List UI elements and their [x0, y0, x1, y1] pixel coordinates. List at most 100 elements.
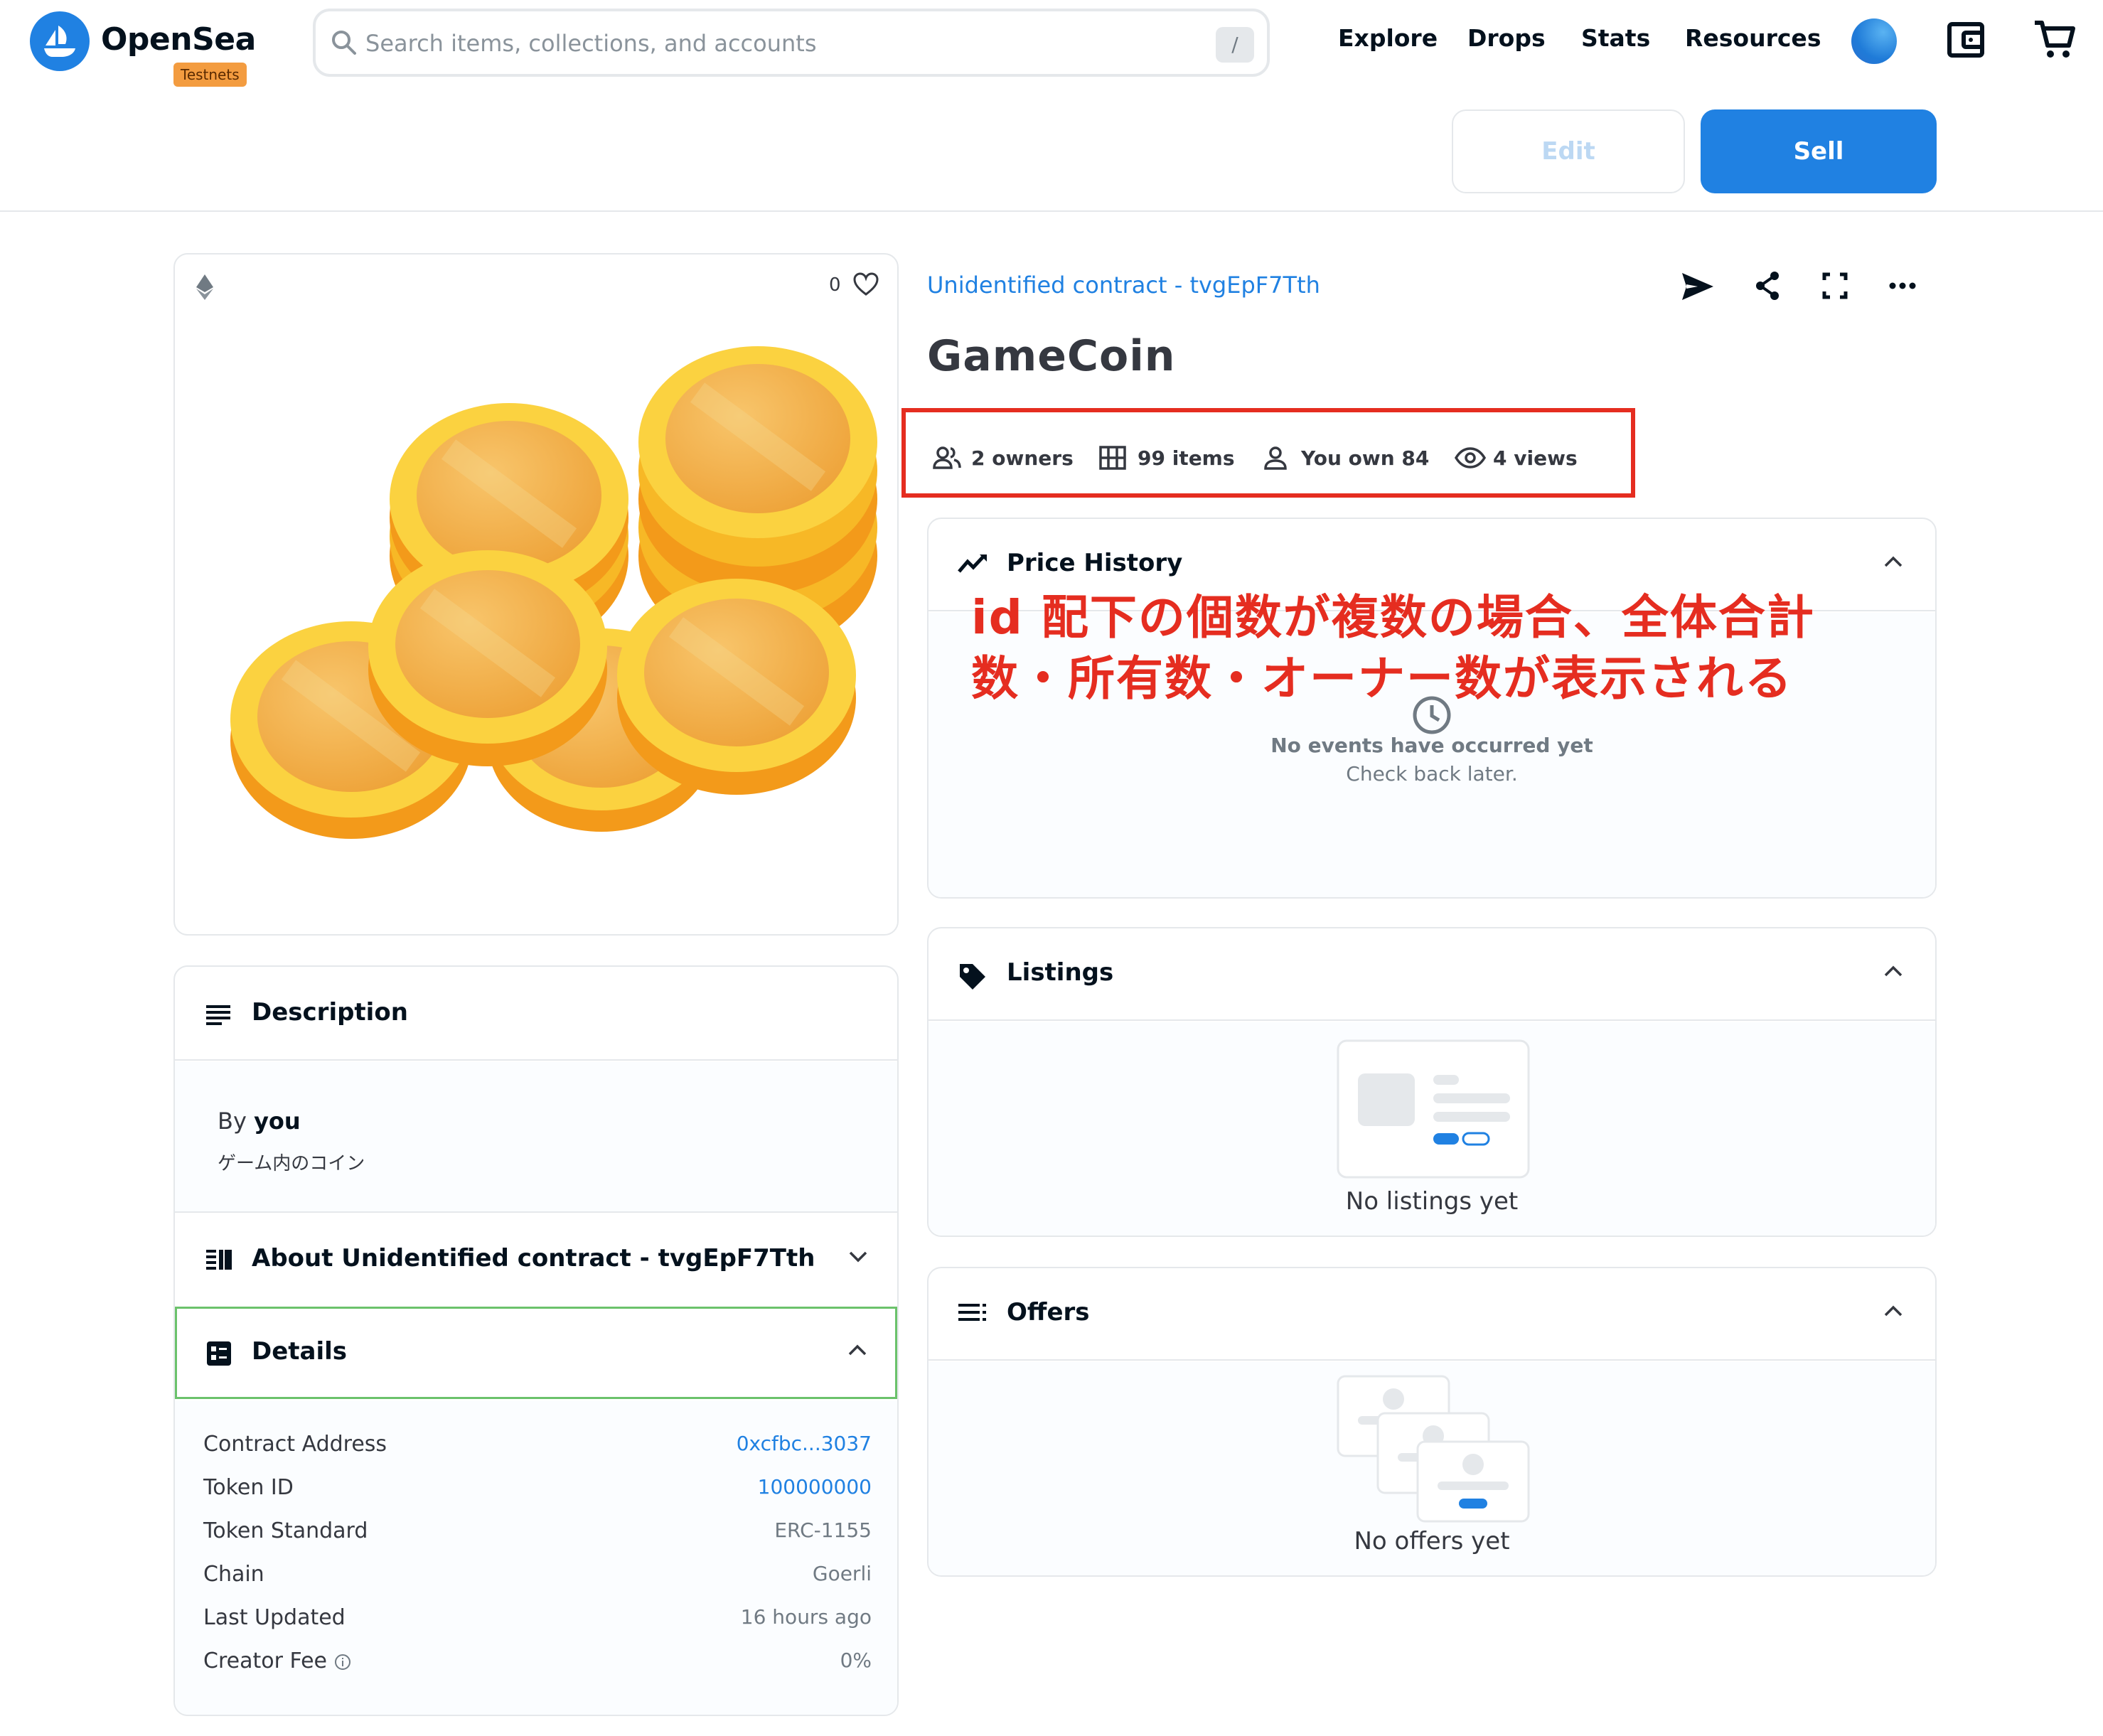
nav-explore[interactable]: Explore — [1338, 24, 1438, 52]
transfer-icon[interactable] — [1681, 270, 1715, 303]
profile-avatar[interactable] — [1851, 18, 1897, 64]
listings-header[interactable]: Listings — [929, 928, 1935, 1021]
nft-media-card: 0 — [173, 253, 899, 936]
top-navbar: OpenSea Testnets / Explore Drops Stats R… — [0, 0, 2103, 212]
sell-button[interactable]: Sell — [1701, 109, 1937, 193]
gamecoin-image — [230, 346, 877, 839]
heart-icon[interactable] — [852, 270, 880, 299]
details-title: Details — [252, 1337, 348, 1366]
items-count: 99 items — [1138, 446, 1235, 470]
tag-icon — [960, 964, 985, 990]
detail-row-creator-fee: Creator Fee 0% — [203, 1649, 872, 1680]
price-history-title: Price History — [1007, 549, 1183, 577]
detail-key: Token ID — [203, 1475, 294, 1500]
chevron-down-icon[interactable] — [847, 1250, 869, 1264]
about-collection-title: About Unidentified contract - tvgEpF7Tth — [252, 1244, 815, 1272]
offers-title: Offers — [1007, 1298, 1090, 1327]
eye-icon — [1455, 447, 1486, 468]
detail-row-last-updated: Last Updated 16 hours ago — [203, 1605, 872, 1636]
no-events-title: No events have occurred yet — [1270, 734, 1593, 757]
offers-body: No offers yet — [929, 1362, 1935, 1575]
collection-icon — [206, 1250, 232, 1270]
no-listings-text: No listings yet — [1345, 1187, 1519, 1216]
nav-drops[interactable]: Drops — [1467, 24, 1546, 52]
listings-panel: Listings No listings yet — [927, 927, 1937, 1237]
empty-offers-illustration — [1337, 1375, 1530, 1523]
detail-value: ERC-1155 — [774, 1518, 872, 1542]
chevron-up-icon[interactable] — [1883, 1304, 1904, 1318]
description-card: Description By you ゲーム内のコイン About Uniden… — [173, 965, 899, 1716]
collection-link[interactable]: Unidentified contract - tvgEpF7Tth — [927, 272, 1320, 299]
trend-line-icon — [958, 554, 987, 573]
wallet-icon[interactable] — [1945, 18, 1988, 61]
description-title: Description — [252, 998, 408, 1027]
search-input[interactable] — [365, 24, 1183, 63]
offers-list-icon — [958, 1304, 986, 1321]
annotation-line-1: id 配下の個数が複数の場合、全体合計 — [971, 590, 1815, 645]
divider — [175, 1059, 897, 1061]
description-body: By you ゲーム内のコイン — [175, 1062, 897, 1211]
listings-body: No listings yet — [929, 1022, 1935, 1236]
detail-row-token-standard: Token Standard ERC-1155 — [203, 1518, 872, 1550]
favorite-count: 0 — [829, 274, 841, 296]
detail-value: Goerli — [812, 1562, 872, 1585]
token-id-link[interactable]: 100000000 — [758, 1475, 872, 1499]
offers-panel: Offers No offers yet — [927, 1267, 1937, 1577]
detail-key: Creator Fee — [203, 1649, 351, 1673]
details-icon — [207, 1341, 231, 1366]
owners-count: 2 owners — [971, 446, 1074, 470]
brand-name[interactable]: OpenSea — [101, 21, 256, 58]
detail-key: Token Standard — [203, 1518, 368, 1543]
highlighted-stats-box: 2 owners 99 items You own 84 4 views — [901, 408, 1635, 498]
detail-row-token-id: Token ID 100000000 — [203, 1475, 872, 1506]
search-icon — [332, 31, 356, 55]
chevron-up-icon[interactable] — [1883, 964, 1904, 978]
detail-value: 16 hours ago — [740, 1605, 872, 1629]
nav-resources[interactable]: Resources — [1685, 24, 1821, 52]
detail-key: Chain — [203, 1562, 264, 1587]
description-header[interactable]: Description — [175, 967, 897, 1059]
chevron-up-icon[interactable] — [1883, 554, 1904, 569]
chevron-up-icon[interactable] — [847, 1343, 868, 1357]
detail-key: Contract Address — [203, 1432, 387, 1457]
views-count: 4 views — [1493, 446, 1578, 470]
no-events-subtitle: Check back later. — [1346, 762, 1518, 786]
person-icon — [1264, 446, 1287, 470]
info-icon[interactable] — [334, 1654, 351, 1671]
empty-listings-illustration — [1337, 1039, 1530, 1179]
ethereum-icon — [196, 274, 213, 300]
creator-link[interactable]: you — [254, 1108, 301, 1135]
detail-key: Last Updated — [203, 1605, 346, 1630]
grid-icon — [1099, 446, 1126, 470]
listings-title: Listings — [1007, 958, 1114, 987]
about-collection-header[interactable]: About Unidentified contract - tvgEpF7Tth — [175, 1213, 897, 1305]
share-icon[interactable] — [1753, 270, 1782, 301]
nft-title: GameCoin — [927, 331, 1176, 381]
annotation-text: id 配下の個数が複数の場合、全体合計 数・所有数・オーナー数が表示される — [971, 587, 1895, 709]
details-header[interactable]: Details — [175, 1307, 897, 1399]
fullscreen-icon[interactable] — [1821, 270, 1848, 301]
detail-value: 0% — [840, 1649, 872, 1672]
cart-icon[interactable] — [2032, 17, 2077, 63]
description-icon — [206, 1005, 230, 1025]
contract-address-link[interactable]: 0xcfbc...3037 — [737, 1432, 872, 1455]
annotation-line-2: 数・所有数・オーナー数が表示される — [971, 651, 1793, 706]
more-options-icon[interactable] — [1888, 270, 1917, 301]
by-prefix: By — [218, 1108, 247, 1135]
owners-icon — [933, 446, 961, 469]
offers-header[interactable]: Offers — [929, 1268, 1935, 1361]
owned-count: You own 84 — [1301, 446, 1430, 470]
search-shortcut-key: / — [1216, 27, 1254, 63]
opensea-logo-icon[interactable] — [30, 11, 90, 71]
search-bar[interactable]: / — [313, 9, 1270, 77]
creator-line: By you — [218, 1108, 301, 1135]
no-offers-text: No offers yet — [1354, 1527, 1510, 1555]
detail-row-chain: Chain Goerli — [203, 1562, 872, 1593]
description-text: ゲーム内のコイン — [218, 1153, 365, 1174]
creator-fee-label: Creator Fee — [203, 1649, 327, 1673]
nav-stats[interactable]: Stats — [1581, 24, 1650, 52]
detail-row-contract-address: Contract Address 0xcfbc...3037 — [203, 1432, 872, 1463]
testnets-badge: Testnets — [173, 63, 247, 87]
edit-button[interactable]: Edit — [1452, 109, 1685, 193]
details-body: Contract Address 0xcfbc...3037 Token ID … — [175, 1400, 897, 1715]
